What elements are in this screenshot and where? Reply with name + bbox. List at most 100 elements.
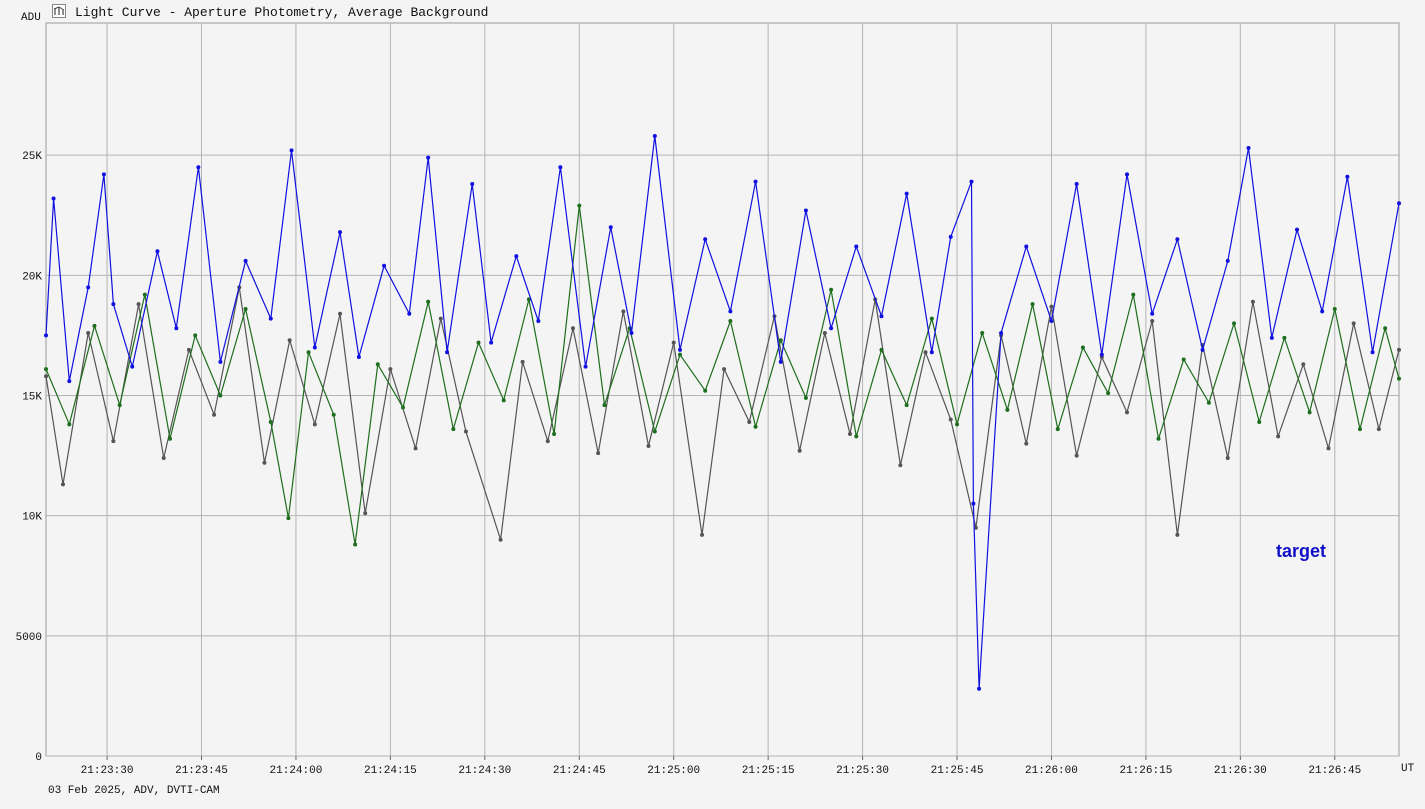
data-point-comparison-2 (1351, 321, 1356, 326)
data-point-target (1125, 172, 1130, 177)
data-point-comparison-2 (287, 338, 292, 343)
data-point-comparison-2 (747, 419, 752, 424)
window-title: Light Curve - Aperture Photometry, Avera… (75, 5, 489, 20)
data-point-comparison-1 (142, 292, 147, 297)
data-point-comparison-1 (1282, 335, 1287, 340)
x-tick-label: 21:26:30 (1214, 765, 1267, 777)
data-point-comparison-1 (678, 352, 683, 357)
data-point-target (778, 359, 783, 364)
data-point-comparison-1 (286, 516, 291, 521)
data-point-target (558, 165, 563, 170)
data-point-comparison-1 (829, 287, 834, 292)
x-tick-label: 21:26:00 (1025, 765, 1078, 777)
data-point-target (1049, 319, 1054, 324)
data-point-comparison-1 (168, 436, 173, 441)
data-point-target (583, 364, 588, 369)
data-point-comparison-2 (923, 350, 928, 355)
data-point-comparison-2 (700, 532, 705, 537)
data-point-target (218, 359, 223, 364)
data-point-comparison-1 (1397, 376, 1401, 381)
data-point-comparison-1 (331, 412, 336, 417)
data-point-comparison-1 (375, 362, 380, 367)
y-tick-label: 5000 (16, 632, 42, 644)
data-point-comparison-1 (879, 347, 884, 352)
data-point-comparison-2 (822, 331, 827, 336)
data-point-comparison-1 (67, 422, 72, 427)
data-point-comparison-1 (501, 398, 506, 403)
data-point-target (803, 208, 808, 213)
data-point-comparison-1 (1080, 345, 1085, 350)
data-point-comparison-1 (728, 319, 733, 324)
x-tick-label: 21:26:45 (1308, 765, 1361, 777)
data-point-comparison-1 (218, 393, 223, 398)
data-point-target (629, 331, 634, 336)
data-point-target (407, 311, 412, 316)
data-point-comparison-2 (338, 311, 343, 316)
data-point-comparison-2 (161, 455, 166, 460)
data-point-comparison-1 (577, 203, 582, 208)
data-point-comparison-2 (1326, 446, 1331, 451)
data-point-comparison-1 (1055, 427, 1060, 432)
data-point-comparison-2 (520, 359, 525, 364)
data-point-comparison-2 (1276, 434, 1281, 439)
data-point-target (971, 501, 976, 506)
data-point-comparison-2 (212, 412, 217, 417)
y-axis-label: ADU (21, 12, 41, 24)
data-point-comparison-1 (929, 316, 934, 321)
y-tick-label: 15K (22, 392, 42, 404)
data-point-comparison-2 (948, 417, 953, 422)
chart-icon[interactable] (52, 4, 66, 18)
data-point-target (1370, 350, 1375, 355)
data-point-target (608, 225, 613, 230)
data-point-target (1295, 227, 1300, 232)
data-point-target (470, 182, 475, 187)
data-point-target (1024, 244, 1029, 249)
data-point-target (155, 249, 160, 254)
data-point-target (969, 179, 974, 184)
data-point-comparison-2 (596, 451, 601, 456)
data-point-comparison-2 (797, 448, 802, 453)
data-point-comparison-2 (186, 347, 191, 352)
data-point-target (196, 165, 201, 170)
data-point-target (1200, 347, 1205, 352)
data-point-comparison-2 (621, 309, 626, 314)
x-tick-label: 21:26:15 (1119, 765, 1172, 777)
data-point-comparison-2 (722, 367, 727, 372)
data-point-comparison-2 (1175, 532, 1180, 537)
data-point-comparison-1 (1106, 391, 1111, 396)
data-point-target (728, 309, 733, 314)
data-point-comparison-2 (1301, 362, 1306, 367)
data-point-comparison-1 (426, 299, 431, 304)
data-point-comparison-2 (1074, 453, 1079, 458)
data-point-target (879, 314, 884, 319)
data-point-comparison-2 (646, 443, 651, 448)
y-tick-label: 20K (22, 271, 42, 283)
y-tick-label: 25K (22, 151, 42, 163)
data-point-comparison-1 (400, 405, 405, 410)
data-point-comparison-2 (545, 439, 550, 444)
data-point-target (67, 379, 72, 384)
data-point-target (904, 191, 909, 196)
data-point-comparison-2 (363, 511, 368, 516)
data-point-target (338, 230, 343, 235)
data-point-target (1225, 258, 1230, 263)
data-point-comparison-2 (1049, 304, 1054, 309)
data-point-comparison-1 (1257, 419, 1262, 424)
data-point-target (243, 258, 248, 263)
data-point-target (854, 244, 859, 249)
data-point-target (130, 364, 135, 369)
data-point-comparison-1 (602, 403, 607, 408)
data-point-comparison-2 (262, 460, 267, 465)
data-point-comparison-2 (463, 429, 468, 434)
x-tick-label: 21:24:30 (458, 765, 511, 777)
y-tick-label: 0 (35, 752, 42, 764)
data-point-comparison-1 (955, 422, 960, 427)
data-point-comparison-2 (898, 463, 903, 468)
data-point-target (1397, 201, 1401, 206)
data-point-comparison-1 (778, 338, 783, 343)
data-point-target (829, 326, 834, 331)
data-point-target (489, 340, 494, 345)
data-point-comparison-1 (753, 424, 758, 429)
data-point-comparison-1 (1030, 302, 1035, 307)
data-point-comparison-2 (1125, 410, 1130, 415)
